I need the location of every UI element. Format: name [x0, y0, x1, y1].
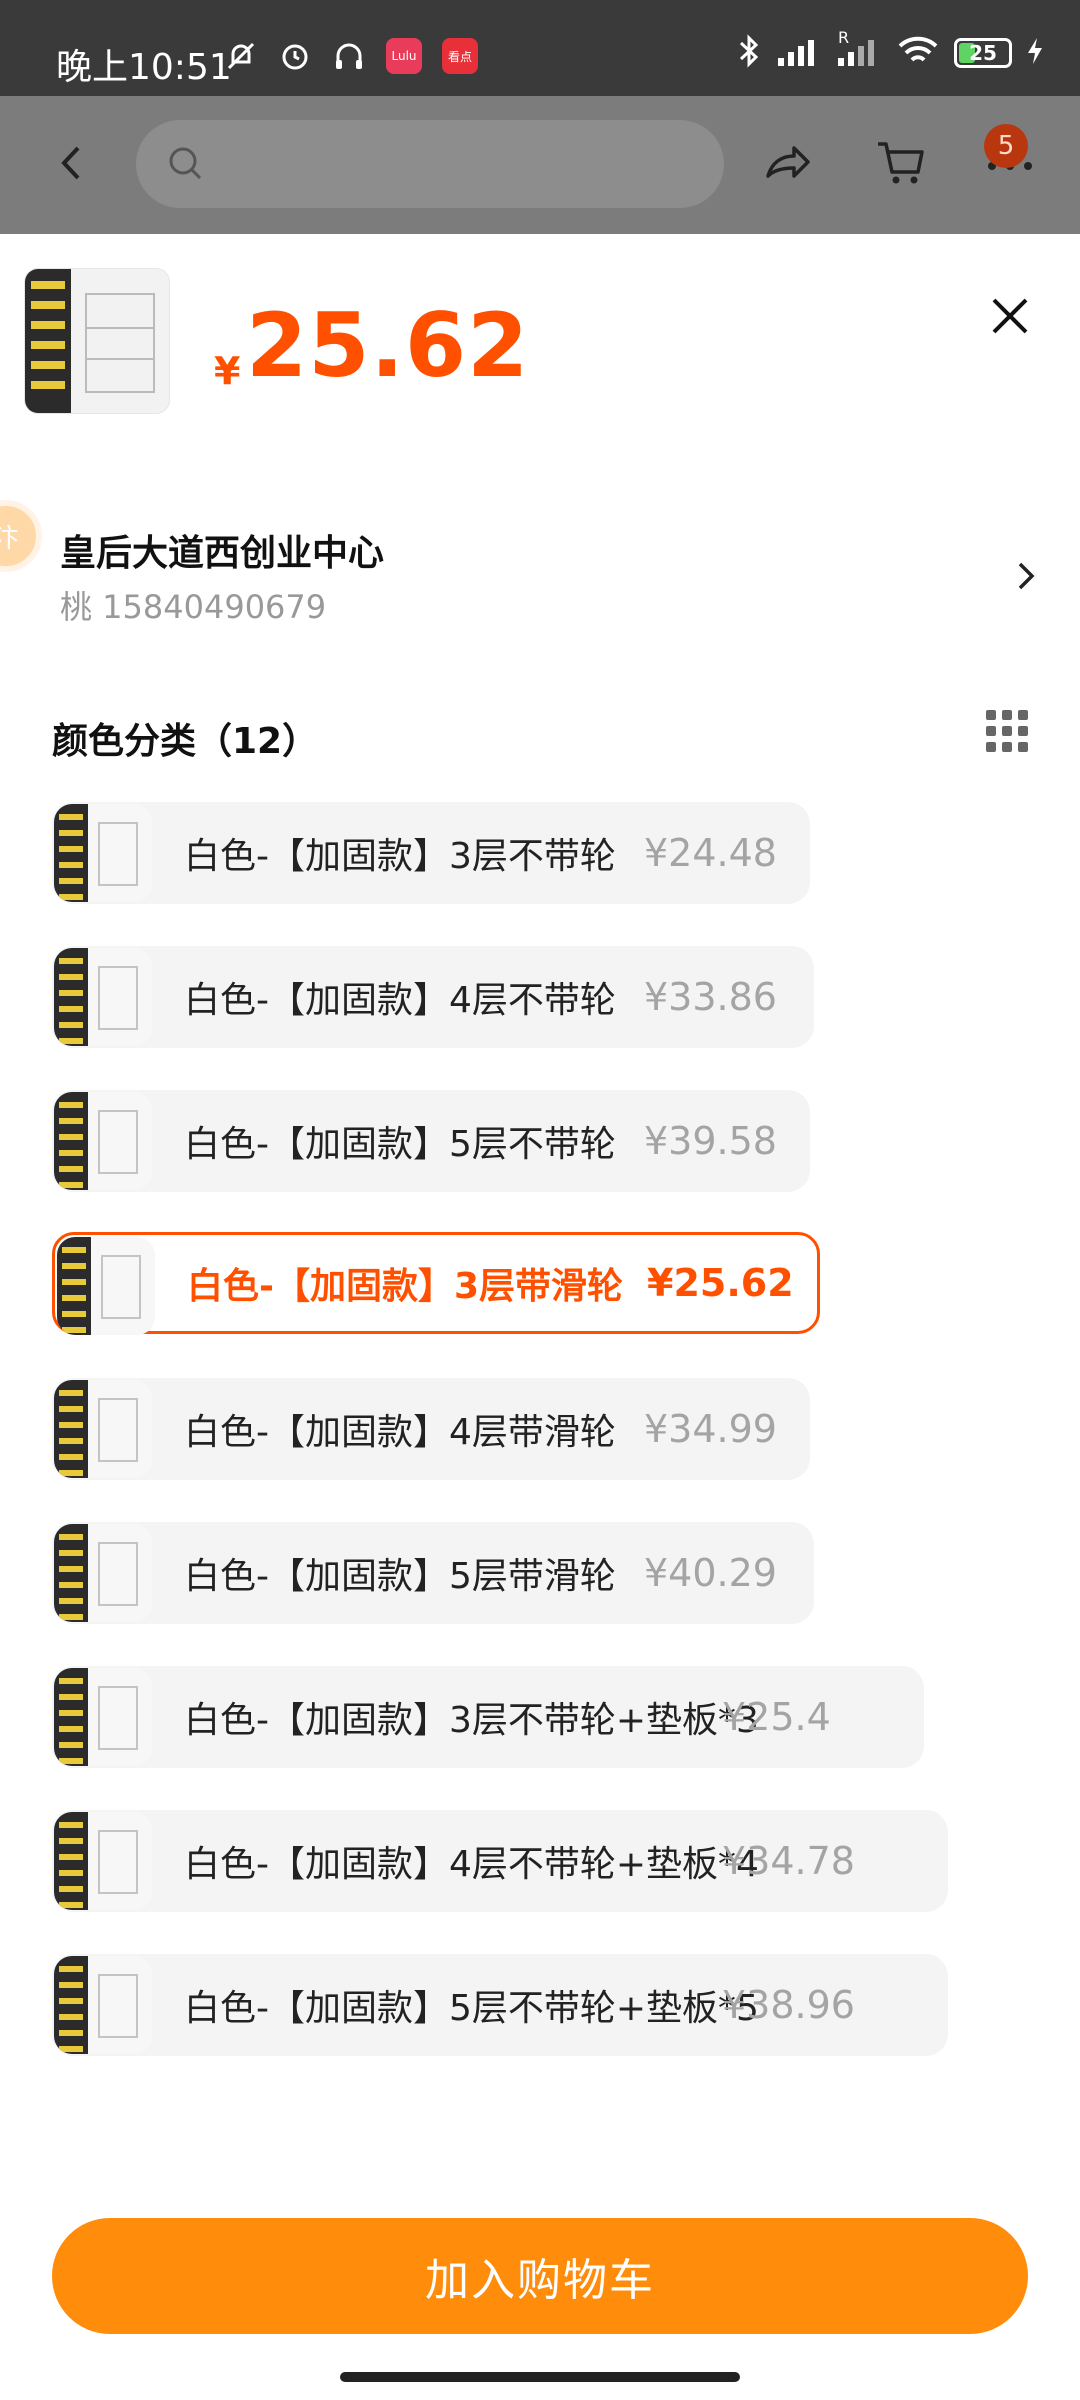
- battery-level: 25: [969, 41, 997, 65]
- status-left-icons: Lulu 看点: [224, 38, 478, 74]
- option-thumbnail: [54, 1092, 152, 1190]
- option-thumbnail: [57, 1237, 155, 1335]
- option-thumbnail: [54, 948, 152, 1046]
- product-thumbnail[interactable]: [24, 268, 170, 414]
- option-thumbnail: [54, 1956, 152, 2054]
- color-option[interactable]: 白色-【加固款】4层不带轮 ¥33.86: [52, 946, 814, 1048]
- headphones-icon: [332, 39, 366, 73]
- option-price: ¥40.29: [644, 1551, 777, 1595]
- option-thumbnail: [54, 1380, 152, 1478]
- option-label: 白色-【加固款】3层不带轮+垫板*3: [184, 1700, 759, 1741]
- currency-symbol: ¥: [214, 349, 241, 394]
- option-label: 白色-【加固款】4层不带轮+垫板*4: [184, 1844, 759, 1885]
- option-label: 白色-【加固款】5层带滑轮: [184, 1556, 616, 1597]
- signal-icon: [776, 34, 822, 72]
- cart-icon: [878, 142, 924, 184]
- share-icon: [766, 146, 810, 178]
- price-value: 25.62: [246, 294, 530, 397]
- grid-view-icon[interactable]: [986, 710, 1028, 752]
- option-label: 白色-【加固款】4层带滑轮: [184, 1412, 616, 1453]
- cart-badge: 5: [984, 124, 1028, 168]
- option-label: 白色-【加固款】3层带滑轮: [187, 1266, 623, 1307]
- option-price: ¥24.48: [644, 831, 777, 875]
- option-label: 白色-【加固款】5层不带轮+垫板*5: [184, 1988, 759, 2029]
- floating-side-icon[interactable]: 汴: [0, 500, 42, 572]
- chevron-right-icon: [1012, 556, 1040, 596]
- bell-muted-icon: [224, 39, 258, 73]
- search-input[interactable]: [136, 120, 724, 208]
- option-price: ¥25.62: [647, 1261, 794, 1305]
- signal-roaming-icon: R: [836, 28, 882, 72]
- alarm-icon: [278, 39, 312, 73]
- selected-price: ¥ 25.62: [214, 294, 529, 397]
- close-icon: [992, 298, 1028, 334]
- color-option[interactable]: 白色-【加固款】5层不带轮+垫板*5 ¥38.96: [52, 1954, 948, 2056]
- option-label: 白色-【加固款】3层不带轮: [184, 836, 616, 877]
- home-indicator: [340, 2372, 740, 2382]
- option-label: 白色-【加固款】4层不带轮: [184, 980, 616, 1021]
- color-option[interactable]: 白色-【加固款】3层不带轮 ¥24.48: [52, 802, 810, 904]
- charging-icon: [1026, 36, 1044, 70]
- section-title: 颜色分类（12）: [52, 721, 319, 762]
- status-bar: 晚上10:51 Lulu 看点 R 25: [0, 0, 1080, 96]
- cart-button[interactable]: [874, 136, 928, 194]
- color-option[interactable]: 白色-【加固款】4层带滑轮 ¥34.99: [52, 1378, 810, 1480]
- option-price: ¥25.4: [722, 1695, 831, 1739]
- option-price: ¥38.96: [722, 1983, 855, 2027]
- option-price: ¥34.78: [722, 1839, 855, 1883]
- color-option[interactable]: 白色-【加固款】3层不带轮+垫板*3 ¥25.4: [52, 1666, 924, 1768]
- bluetooth-icon: [736, 34, 762, 72]
- option-price: ¥33.86: [644, 975, 777, 1019]
- color-option[interactable]: 白色-【加固款】5层带滑轮 ¥40.29: [52, 1522, 814, 1624]
- address-contact: 桃 15840490679: [60, 588, 327, 626]
- kandian-app-icon: 看点: [442, 38, 478, 74]
- chevron-left-icon: [61, 146, 80, 180]
- lulu-app-icon: Lulu: [386, 38, 422, 74]
- share-button[interactable]: [760, 136, 814, 194]
- color-option[interactable]: 白色-【加固款】4层不带轮+垫板*4 ¥34.78: [52, 1810, 948, 1912]
- option-thumbnail: [54, 804, 152, 902]
- option-label: 白色-【加固款】5层不带轮: [184, 1124, 616, 1165]
- wifi-icon: [896, 34, 940, 72]
- status-right-icons: R 25: [736, 28, 1044, 72]
- option-thumbnail: [54, 1524, 152, 1622]
- address-name: 皇后大道西创业中心: [60, 533, 385, 574]
- back-button[interactable]: [48, 138, 98, 188]
- color-option-selected[interactable]: 白色-【加固款】3层带滑轮 ¥25.62: [52, 1232, 820, 1335]
- top-nav: [0, 96, 1080, 234]
- option-thumbnail: [54, 1668, 152, 1766]
- battery-icon: 25: [954, 38, 1012, 68]
- roaming-label: R: [838, 28, 850, 47]
- option-thumbnail: [54, 1812, 152, 1910]
- add-to-cart-button[interactable]: 加入购物车: [52, 2218, 1028, 2334]
- color-option[interactable]: 白色-【加固款】5层不带轮 ¥39.58: [52, 1090, 810, 1192]
- option-price: ¥39.58: [644, 1119, 777, 1163]
- close-button[interactable]: [984, 290, 1036, 342]
- option-price: ¥34.99: [644, 1407, 777, 1451]
- search-icon: [169, 147, 202, 180]
- status-time: 晚上10:51: [56, 47, 232, 88]
